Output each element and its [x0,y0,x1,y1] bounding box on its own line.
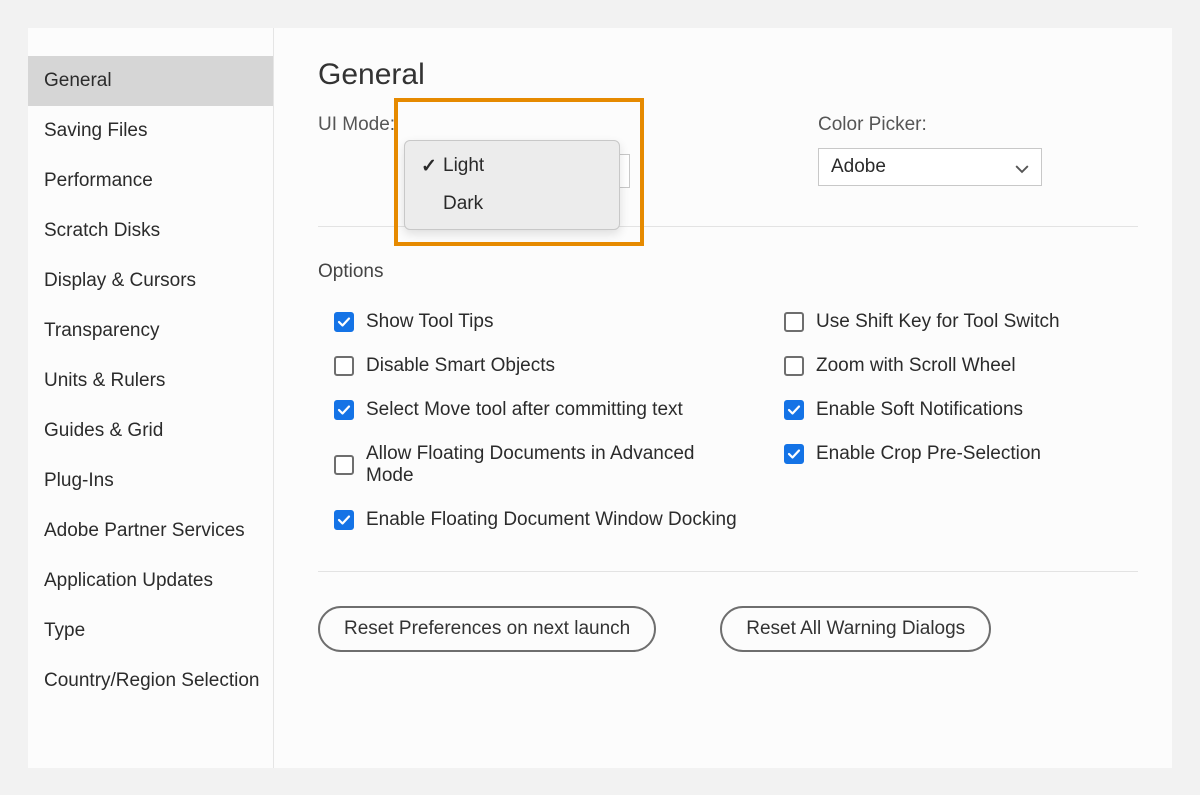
sidebar-item-label: Application Updates [44,570,213,591]
button-row: Reset Preferences on next launch Reset A… [318,606,1138,652]
option-label: Enable Soft Notifications [816,399,1023,421]
ui-mode-option-dark[interactable]: Dark [405,185,619,223]
option-label: Enable Crop Pre-Selection [816,443,1041,465]
checkbox-unchecked-icon[interactable] [784,312,804,332]
preferences-sidebar: General Saving Files Performance Scratch Di… [28,28,274,768]
checkbox-checked-icon[interactable] [784,400,804,420]
color-picker-field: Color Picker: Adobe [818,114,1138,186]
checkbox-unchecked-icon[interactable] [334,356,354,376]
sidebar-item-application-updates[interactable]: Application Updates [28,556,273,606]
color-picker-select[interactable]: Adobe [818,148,1042,186]
chevron-down-icon [1015,160,1029,174]
checkmark-icon: ✓ [421,155,443,178]
options-grid: Show Tool Tips Disable Smart Objects Selec… [318,311,1138,531]
sidebar-item-adobe-partner-services[interactable]: Adobe Partner Services [28,506,273,556]
sidebar-item-label: Scratch Disks [44,220,160,241]
sidebar-item-label: Transparency [44,320,159,341]
checkbox-checked-icon[interactable] [784,444,804,464]
checkbox-checked-icon[interactable] [334,312,354,332]
sidebar-item-label: General [44,70,112,91]
sidebar-item-label: Performance [44,170,153,191]
option-zoom-with-scroll-wheel[interactable]: Zoom with Scroll Wheel [784,355,1060,377]
menu-item-label: Dark [443,193,483,215]
reset-warnings-button[interactable]: Reset All Warning Dialogs [720,606,991,652]
preferences-main: General UI Mode: Color Picker: Adobe Opt… [274,28,1172,768]
option-enable-floating-document-window-docking[interactable]: Enable Floating Document Window Docking [334,509,744,531]
option-select-move-tool-after-committing-text[interactable]: Select Move tool after committing text [334,399,744,421]
option-show-tool-tips[interactable]: Show Tool Tips [334,311,744,333]
sidebar-item-label: Country/Region Selection [44,670,259,691]
preferences-panel: General Saving Files Performance Scratch Di… [28,28,1172,768]
option-label: Allow Floating Documents in Advanced Mod… [366,443,744,487]
sidebar-item-label: Plug-Ins [44,470,114,491]
checkbox-unchecked-icon[interactable] [334,455,354,475]
option-label: Select Move tool after committing text [366,399,683,421]
option-label: Disable Smart Objects [366,355,555,377]
ui-mode-label: UI Mode: [318,114,638,136]
options-column-left: Show Tool Tips Disable Smart Objects Selec… [334,311,744,531]
options-heading: Options [318,261,1138,283]
color-picker-value: Adobe [831,156,886,178]
option-use-shift-key-for-tool-switch[interactable]: Use Shift Key for Tool Switch [784,311,1060,333]
reset-preferences-button[interactable]: Reset Preferences on next launch [318,606,656,652]
ui-mode-dropdown-menu[interactable]: ✓Light Dark [404,140,620,230]
sidebar-item-performance[interactable]: Performance [28,156,273,206]
sidebar-item-saving-files[interactable]: Saving Files [28,106,273,156]
option-label: Enable Floating Document Window Docking [366,509,737,531]
sidebar-item-label: Units & Rulers [44,370,165,391]
option-enable-soft-notifications[interactable]: Enable Soft Notifications [784,399,1060,421]
sidebar-item-label: Guides & Grid [44,420,163,441]
page-title: General [318,58,1138,92]
options-column-right: Use Shift Key for Tool Switch Zoom with S… [784,311,1060,531]
sidebar-item-plug-ins[interactable]: Plug-Ins [28,456,273,506]
option-disable-smart-objects[interactable]: Disable Smart Objects [334,355,744,377]
sidebar-item-general[interactable]: General [28,56,273,106]
checkbox-unchecked-icon[interactable] [784,356,804,376]
sidebar-item-label: Saving Files [44,120,148,141]
sidebar-item-display-cursors[interactable]: Display & Cursors [28,256,273,306]
sidebar-item-units-rulers[interactable]: Units & Rulers [28,356,273,406]
color-picker-label: Color Picker: [818,114,1138,136]
checkbox-checked-icon[interactable] [334,400,354,420]
sidebar-item-guides-grid[interactable]: Guides & Grid [28,406,273,456]
divider [318,571,1138,572]
sidebar-item-label: Adobe Partner Services [44,520,245,541]
sidebar-item-scratch-disks[interactable]: Scratch Disks [28,206,273,256]
option-allow-floating-documents-in-advanced-mode[interactable]: Allow Floating Documents in Advanced Mod… [334,443,744,487]
sidebar-item-label: Display & Cursors [44,270,196,291]
option-enable-crop-pre-selection[interactable]: Enable Crop Pre-Selection [784,443,1060,465]
option-label: Show Tool Tips [366,311,493,333]
option-label: Use Shift Key for Tool Switch [816,311,1060,333]
checkbox-checked-icon[interactable] [334,510,354,530]
sidebar-item-label: Type [44,620,85,641]
sidebar-item-transparency[interactable]: Transparency [28,306,273,356]
sidebar-item-type[interactable]: Type [28,606,273,656]
option-label: Zoom with Scroll Wheel [816,355,1016,377]
ui-mode-option-light[interactable]: ✓Light [405,147,619,185]
sidebar-item-country-region-selection[interactable]: Country/Region Selection [28,656,273,706]
menu-item-label: Light [443,155,484,177]
